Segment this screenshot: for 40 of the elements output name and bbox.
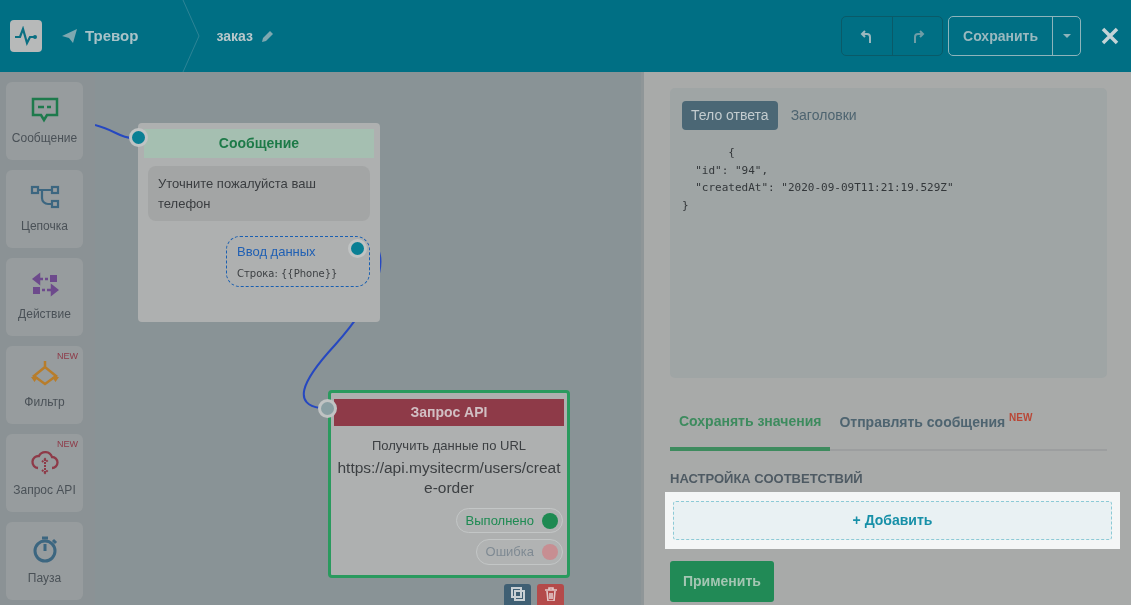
block-tile[interactable]: Действие xyxy=(6,258,83,336)
node-description: Получить данные по URL xyxy=(371,437,527,455)
bot-name[interactable]: Тревор xyxy=(85,24,139,48)
chat-bubble-icon xyxy=(29,95,60,123)
flow-name: заказ xyxy=(216,26,253,46)
close-icon[interactable] xyxy=(1101,27,1119,45)
response-tab[interactable]: Заголовки xyxy=(781,101,866,130)
input-block[interactable]: Ввод данных Строка: {{Phone}} xyxy=(226,236,370,287)
copy-icon xyxy=(510,587,525,601)
node-title: Сообщение xyxy=(144,129,374,158)
block-tile[interactable]: Цепочка xyxy=(6,170,83,248)
output-port[interactable] xyxy=(348,239,367,258)
caret-icon xyxy=(1062,34,1071,40)
block-tile[interactable]: NEW Запрос API xyxy=(6,434,83,512)
settings-tab[interactable]: Сохранять значения xyxy=(670,398,831,451)
telegram-icon xyxy=(62,29,77,43)
url-text: https://api.mysitecrm/users/create-order xyxy=(337,457,561,498)
copy-button[interactable] xyxy=(504,584,531,605)
section-title: НАСТРОЙКА СООТВЕТСТВИЙ xyxy=(670,469,864,488)
add-button[interactable]: + Добавить xyxy=(673,501,1112,541)
block-tile[interactable]: Сообщение xyxy=(6,82,83,160)
delete-button[interactable] xyxy=(537,584,564,605)
output-port[interactable]: Выполнено xyxy=(455,507,563,534)
message-text: Уточните пожалуйста ваш телефон xyxy=(148,166,370,221)
block-tile[interactable]: Пауза xyxy=(6,522,83,600)
response-body: { "id": "94", "createdAt": "2020-09-09T11:21:19.529Z" } xyxy=(682,145,955,214)
breadcrumb-separator xyxy=(182,0,201,72)
node-title: Запрос API xyxy=(334,399,564,426)
message-node[interactable]: Сообщение Уточните пожалуйста ваш телефон Ввод данных Строка: {{Phone}} xyxy=(138,123,380,322)
trash-icon xyxy=(543,587,558,601)
new-label: NEW xyxy=(57,350,78,363)
apply-button[interactable]: Применить xyxy=(670,561,774,603)
block-tile[interactable]: NEW Фильтр xyxy=(6,346,83,424)
response-tab[interactable]: Тело ответа xyxy=(682,101,778,130)
pencil-icon[interactable] xyxy=(260,29,274,43)
new-label: NEW xyxy=(57,438,78,451)
branch-icon xyxy=(29,183,60,211)
logo[interactable] xyxy=(10,20,42,52)
settings-tab[interactable]: Отправлять сообщения $^{NEW}$ xyxy=(830,398,1042,451)
fork-icon xyxy=(29,359,60,387)
